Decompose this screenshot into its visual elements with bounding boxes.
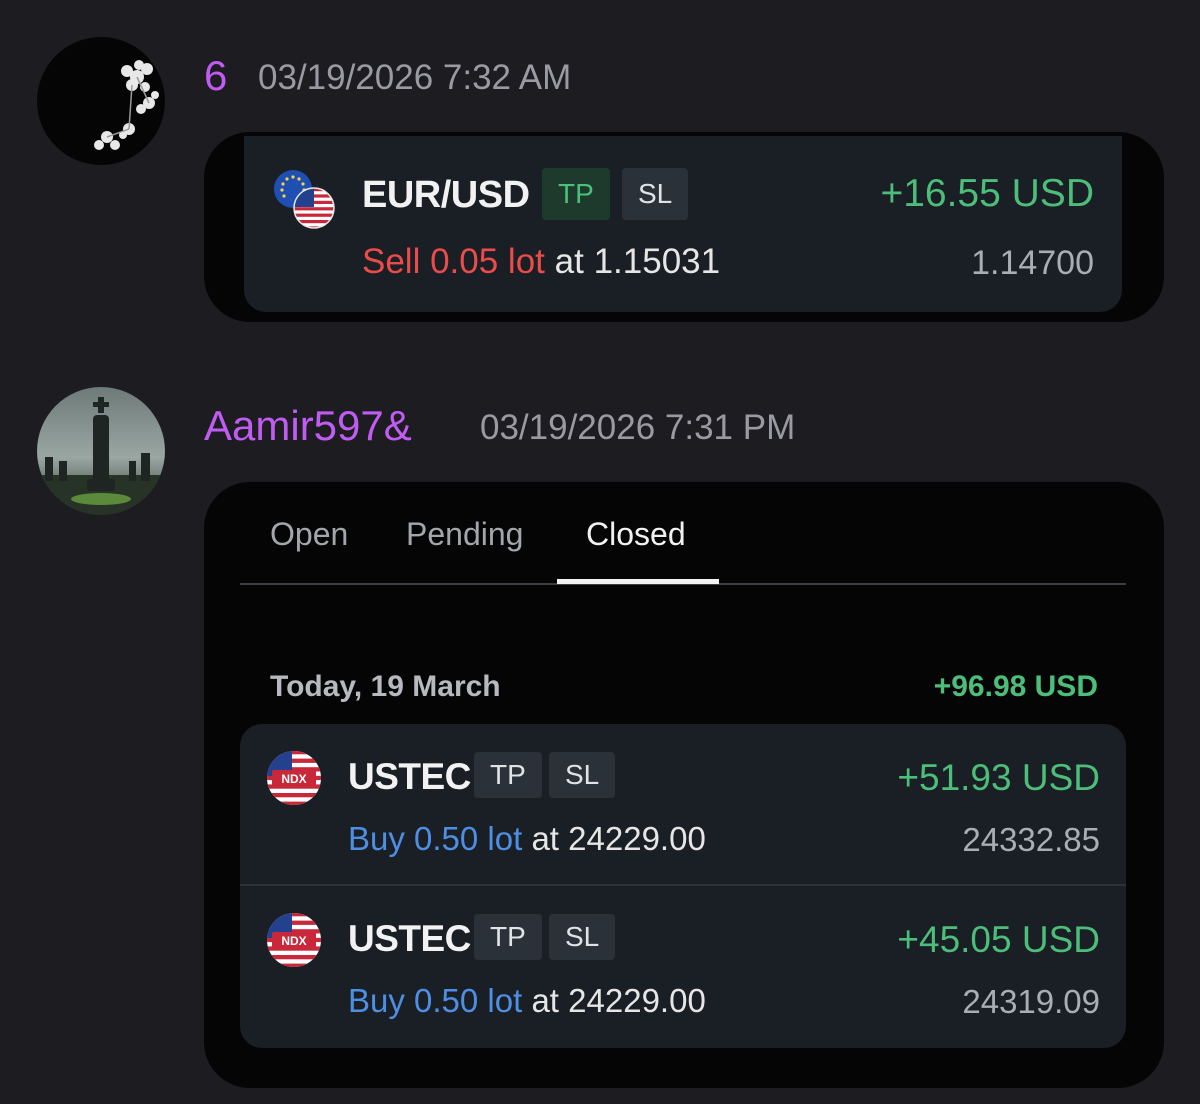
stop-loss-badge: SL	[549, 752, 616, 798]
trade-details: Buy 0.50 lot at 24229.00	[348, 982, 706, 1020]
trade-row[interactable]: EUR/USD TP SL +16.55 USD Sell 0.05 lot a…	[244, 136, 1122, 312]
tab-pending[interactable]: Pending	[406, 516, 523, 553]
tab-closed[interactable]: Closed	[586, 516, 686, 553]
white-flowers-avatar-icon	[37, 37, 165, 165]
trade-profit: +51.93 USD	[897, 757, 1100, 798]
closed-trades-list: NDX USTEC TP SL +51.93 USD Buy 0.50 lot …	[240, 724, 1126, 1048]
stop-loss-badge: SL	[549, 914, 616, 960]
open-price: 1.15031	[593, 242, 721, 281]
trade-symbol: USTEC	[348, 918, 471, 959]
trade-row[interactable]: NDX USTEC TP SL +51.93 USD Buy 0.50 lot …	[240, 724, 1126, 885]
take-profit-badge: TP	[474, 914, 542, 960]
tab-open[interactable]: Open	[270, 516, 348, 553]
message-timestamp: 03/19/2026 7:31 PM	[480, 408, 796, 447]
message-timestamp: 03/19/2026 7:32 AM	[258, 58, 572, 97]
trade-profit: +16.55 USD	[880, 172, 1094, 215]
take-profit-badge: TP	[474, 752, 542, 798]
eu-us-flag-icon	[272, 168, 336, 230]
positions-card[interactable]: Open Pending Closed Today, 19 March +96.…	[204, 482, 1164, 1088]
close-price: 1.14700	[971, 244, 1094, 282]
ndx-badge-text: NDX	[281, 934, 306, 948]
trade-side: Sell 0.05 lot	[362, 242, 545, 281]
trade-side: Buy 0.50 lot	[348, 982, 523, 1019]
at-label: at	[554, 242, 584, 281]
user-avatar-aamir[interactable]	[37, 387, 165, 515]
day-group-total: +96.98 USD	[933, 670, 1098, 703]
active-tab-indicator	[557, 579, 719, 584]
take-profit-badge: TP	[542, 168, 610, 220]
at-label: at	[531, 982, 559, 1019]
at-label: at	[531, 820, 559, 857]
day-group-label: Today, 19 March	[270, 670, 501, 703]
trade-symbol: EUR/USD	[362, 174, 530, 216]
open-price: 24229.00	[568, 820, 706, 857]
open-price: 24229.00	[568, 982, 706, 1019]
trade-card[interactable]: EUR/USD TP SL +16.55 USD Sell 0.05 lot a…	[204, 132, 1164, 322]
us-ndx-flag-icon: NDX	[266, 912, 322, 968]
trade-details: Buy 0.50 lot at 24229.00	[348, 820, 706, 858]
us-ndx-flag-icon: NDX	[266, 750, 322, 806]
username[interactable]: Aamir597&	[204, 402, 412, 450]
username[interactable]: 6	[204, 52, 227, 100]
user-avatar-6[interactable]	[37, 37, 165, 165]
trade-symbol: USTEC	[348, 756, 471, 797]
close-price: 24319.09	[962, 983, 1100, 1020]
ndx-badge-text: NDX	[281, 772, 306, 786]
trade-row[interactable]: NDX USTEC TP SL +45.05 USD Buy 0.50 lot …	[240, 886, 1126, 1048]
close-price: 24332.85	[962, 821, 1100, 858]
trade-details: Sell 0.05 lot at 1.15031	[362, 242, 720, 282]
trade-profit: +45.05 USD	[897, 919, 1100, 960]
stop-loss-badge: SL	[622, 168, 689, 220]
trade-side: Buy 0.50 lot	[348, 820, 523, 857]
chess-king-avatar-icon	[37, 387, 165, 515]
